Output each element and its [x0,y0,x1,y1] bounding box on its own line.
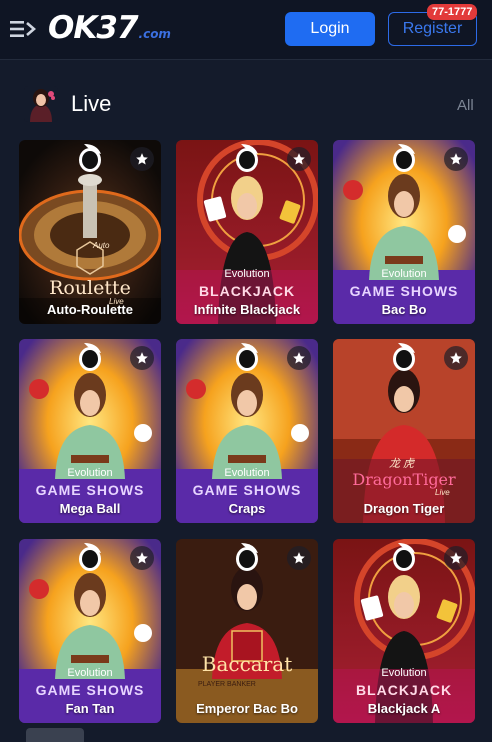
art-title: DragonTiger [352,470,456,489]
logo-suffix: .com [138,27,171,41]
logo-number: 37 [96,10,138,46]
favorite-star-icon[interactable] [130,546,154,570]
see-all-link[interactable]: All [457,97,474,114]
favorite-star-icon[interactable] [444,346,468,370]
top-header: OK 37 .com Login Register 77-1777 [0,0,492,60]
art-top-text: 龙 虎 [389,458,415,470]
game-name: Fan Tan [65,701,115,716]
game-name: Mega Ball [59,501,121,516]
game-category: GAME SHOWS [35,482,145,498]
provider-brand: Evolution [381,667,427,679]
live-dealer-avatar [24,86,58,122]
favorite-star-icon[interactable] [130,147,154,171]
favorite-star-icon[interactable] [444,147,468,171]
game-card-infinite-blackjack[interactable]: Evolution BLACKJACK Infinite Blackjack [176,140,318,324]
game-card-auto-roulette[interactable]: Auto Roulette Live Auto-Roulette [19,140,161,324]
favorite-star-icon[interactable] [287,546,311,570]
scroll-indicator [26,728,84,742]
game-name: Dragon Tiger [363,501,445,516]
provider-logo-icon [79,343,101,371]
game-card-fan-tan[interactable]: Evolution GAME SHOWS Fan Tan [19,539,161,723]
game-category: BLACKJACK [198,283,296,299]
provider-brand: Evolution [67,467,113,479]
game-name: Bac Bo [381,302,427,317]
game-card-emperor-bac-bo[interactable]: Baccarat PLAYER BANKER Emperor Bac Bo [176,539,318,723]
game-card-bac-bo[interactable]: Evolution GAME SHOWS Bac Bo [333,140,475,324]
game-card-dragon-tiger[interactable]: 龙 虎 DragonTiger Live Dragon Tiger [333,339,475,523]
register-badge: 77-1777 [427,4,478,20]
game-category: GAME SHOWS [349,283,459,299]
game-name: Craps [228,501,266,516]
art-title: Roulette [49,277,131,299]
provider-brand: Evolution [67,667,113,679]
favorite-star-icon[interactable] [287,346,311,370]
provider-brand: Evolution [381,268,427,280]
art-subtitle: Live [435,488,450,497]
provider-logo-icon [79,144,101,172]
game-category: GAME SHOWS [35,682,145,698]
provider-logo-icon [393,343,415,371]
favorite-star-icon[interactable] [130,346,154,370]
art-top-text: Auto [93,241,110,250]
provider-logo-icon [236,144,258,172]
site-logo[interactable]: OK 37 .com [48,10,171,50]
logo-text: OK [48,10,97,46]
game-name: Emperor Bac Bo [196,701,298,716]
game-name: Blackjack A [367,701,441,716]
provider-logo-icon [393,543,415,571]
art-title: Baccarat [201,652,293,676]
provider-brand: Evolution [224,467,270,479]
section-title: Live [71,91,112,116]
art-top-text: PLAYER BANKER [198,681,256,688]
live-section-header: Live All [0,82,492,126]
login-button[interactable]: Login [285,12,375,46]
provider-logo-icon [236,543,258,571]
game-card-mega-ball[interactable]: Evolution GAME SHOWS Mega Ball [19,339,161,523]
provider-logo-icon [79,543,101,571]
provider-logo-icon [236,343,258,371]
menu-collapse-icon[interactable] [10,18,36,40]
game-category: BLACKJACK [355,682,453,698]
game-card-craps[interactable]: Evolution GAME SHOWS Craps [176,339,318,523]
provider-logo-icon [393,144,415,172]
game-category: GAME SHOWS [192,482,302,498]
game-name: Infinite Blackjack [193,302,301,317]
game-card-blackjack-a[interactable]: Evolution BLACKJACK Blackjack A [333,539,475,723]
game-name: Auto-Roulette [47,302,133,317]
favorite-star-icon[interactable] [287,147,311,171]
provider-brand: Evolution [224,268,270,280]
favorite-star-icon[interactable] [444,546,468,570]
